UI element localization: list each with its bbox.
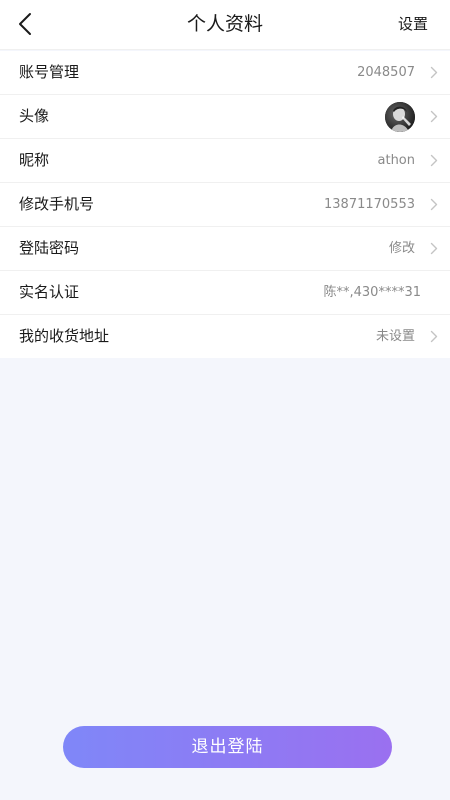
- chevron-right-icon: [430, 198, 438, 211]
- chevron-right-icon: [430, 242, 438, 255]
- settings-link[interactable]: 设置: [398, 0, 428, 50]
- row-value: 2048507: [357, 65, 415, 80]
- row-label: 账号管理: [19, 63, 80, 81]
- row-label: 头像: [19, 107, 50, 125]
- chevron-right-icon: [430, 330, 438, 343]
- back-button[interactable]: [14, 11, 38, 37]
- avatar-photo-icon: [385, 102, 415, 132]
- row-value: athon: [377, 153, 416, 168]
- row-value: 陈**,430****31: [323, 285, 422, 300]
- chevron-right-icon: [430, 66, 438, 79]
- row-change-phone[interactable]: 修改手机号 13871170553: [0, 183, 450, 227]
- row-label: 修改手机号: [19, 195, 95, 213]
- avatar: [385, 102, 415, 132]
- row-label: 实名认证: [19, 283, 80, 301]
- profile-page: 个人资料 设置 账号管理 2048507 头像 昵称 athon 修改手机号 1…: [0, 0, 450, 800]
- page-title: 个人资料: [186, 13, 263, 35]
- row-label: 我的收货地址: [19, 327, 110, 345]
- row-avatar[interactable]: 头像: [0, 95, 450, 139]
- logout-button[interactable]: 退出登陆: [63, 726, 392, 768]
- profile-list: 账号管理 2048507 头像 昵称 athon 修改手机号 138711705…: [0, 51, 450, 358]
- row-real-name-verification: 实名认证 陈**,430****31: [0, 271, 450, 315]
- row-value: 未设置: [375, 329, 415, 344]
- chevron-right-icon: [430, 110, 438, 123]
- row-shipping-address[interactable]: 我的收货地址 未设置: [0, 315, 450, 358]
- row-account-management[interactable]: 账号管理 2048507: [0, 51, 450, 95]
- header-bar: 个人资料 设置: [0, 0, 450, 50]
- row-value: 13871170553: [324, 197, 415, 212]
- row-value: 修改: [388, 241, 415, 256]
- row-label: 登陆密码: [19, 239, 80, 257]
- chevron-left-icon: [19, 13, 31, 35]
- row-login-password[interactable]: 登陆密码 修改: [0, 227, 450, 271]
- row-nickname[interactable]: 昵称 athon: [0, 139, 450, 183]
- chevron-right-icon: [430, 154, 438, 167]
- row-label: 昵称: [19, 151, 50, 169]
